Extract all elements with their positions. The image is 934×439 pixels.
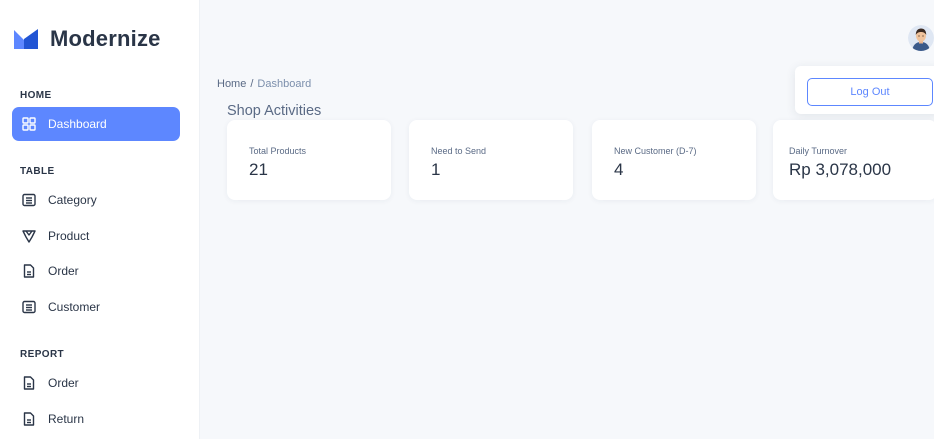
sidebar-item-dashboard[interactable]: Dashboard (12, 107, 180, 141)
list-icon (22, 193, 36, 207)
sidebar-item-label: Product (48, 229, 90, 243)
modernize-logo-icon (14, 29, 38, 49)
avatar[interactable] (908, 25, 934, 51)
sidebar-item-report-return[interactable]: Return (12, 402, 180, 436)
sidebar-item-label: Order (48, 264, 79, 278)
logout-button[interactable]: Log Out (807, 78, 933, 106)
stat-label: Daily Turnover (789, 146, 848, 156)
stat-card-total-products: Total Products 21 (227, 120, 391, 200)
sidebar-item-category[interactable]: Category (12, 183, 180, 217)
main-content: Home / Dashboard Shop Activities Log Out T… (201, 0, 934, 439)
profile-dropdown: Log Out (795, 66, 934, 114)
stat-label: Total Products (249, 146, 307, 156)
section-title-report: REPORT (20, 349, 65, 360)
section-title-table: TABLE (20, 166, 55, 177)
sidebar-item-product[interactable]: Product (12, 219, 180, 253)
sidebar-item-label: Category (48, 193, 97, 207)
sidebar-item-label: Return (48, 412, 85, 426)
list-icon (22, 300, 36, 314)
breadcrumb-home[interactable]: Home (217, 78, 246, 90)
stat-card-daily-turnover: Daily Turnover Rp 3,078,000 (773, 120, 934, 200)
stat-value: 4 (614, 160, 624, 179)
file-icon (23, 412, 35, 426)
stat-value: Rp 3,078,000 (789, 160, 892, 179)
breadcrumb-current: Dashboard (257, 78, 312, 90)
sidebar: Modernize HOME Dashboard TABLE Category … (0, 0, 200, 439)
stat-label: Need to Send (431, 146, 487, 156)
sidebar-item-label: Customer (48, 300, 101, 314)
sidebar-item-label: Order (48, 376, 79, 390)
breadcrumb-separator: / (250, 78, 254, 90)
sidebar-item-order[interactable]: Order (12, 254, 180, 288)
sidebar-item-label: Dashboard (48, 117, 107, 131)
tag-icon (22, 230, 36, 243)
user-avatar-icon (908, 25, 934, 51)
stat-value: 1 (431, 160, 441, 179)
page-title: Shop Activities (227, 103, 322, 119)
stat-card-new-customer: New Customer (D-7) 4 (592, 120, 756, 200)
sidebar-item-report-order[interactable]: Order (12, 366, 180, 400)
section-title-home: HOME (20, 90, 52, 101)
brand-name: Modernize (50, 26, 161, 51)
stat-value: 21 (249, 160, 268, 179)
file-icon (23, 264, 35, 278)
brand[interactable]: Modernize (12, 26, 161, 52)
sidebar-item-customer[interactable]: Customer (12, 290, 180, 324)
grid-icon (22, 117, 36, 131)
stat-label: New Customer (D-7) (614, 146, 697, 156)
breadcrumb: Home / Dashboard (217, 78, 311, 90)
file-icon (23, 376, 35, 390)
stat-card-need-to-send: Need to Send 1 (409, 120, 573, 200)
